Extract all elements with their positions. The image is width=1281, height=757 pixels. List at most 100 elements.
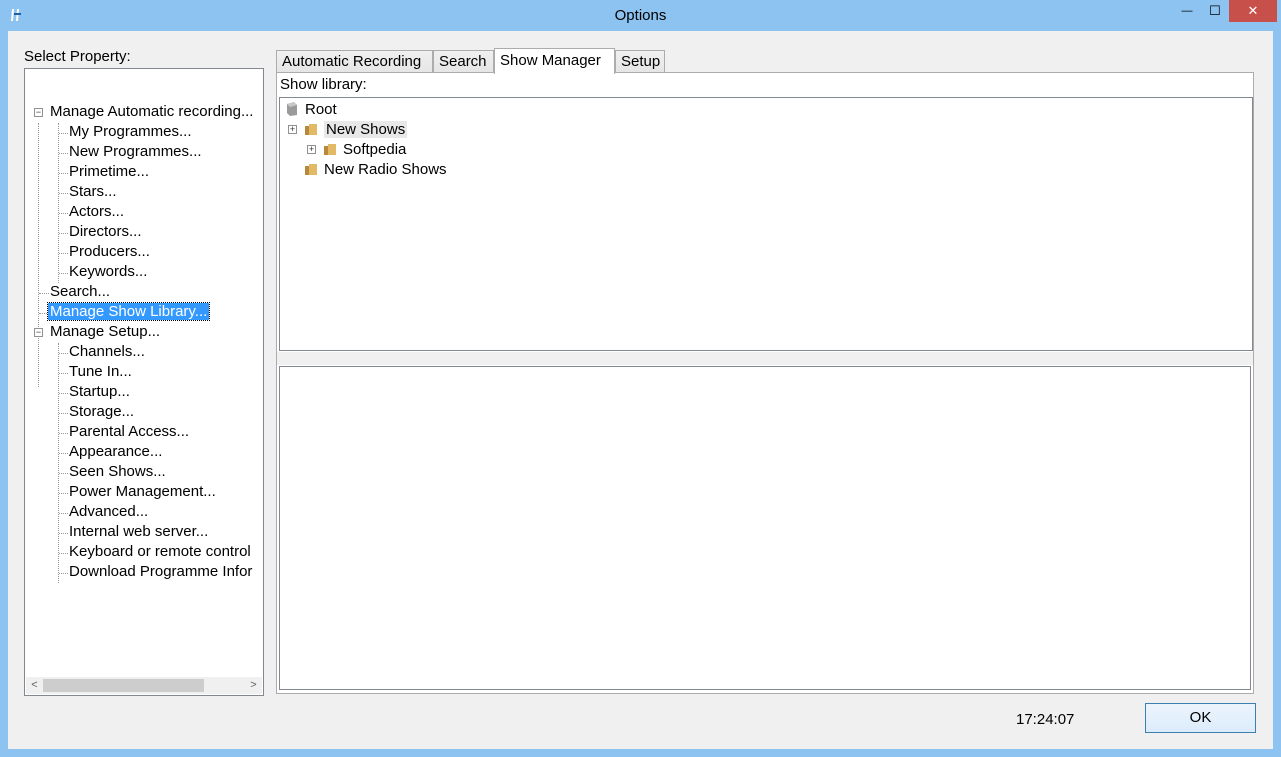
tree-item-label: Keywords...	[69, 263, 148, 280]
tree-item-power-management[interactable]: Power Management...	[69, 482, 216, 502]
folder-icon	[324, 144, 336, 155]
title-bar[interactable]: Options — ☐ ✕	[0, 0, 1281, 31]
tree-item-manage-show-library[interactable]: Manage Show Library...	[46, 302, 211, 322]
tree-item-label: My Programmes...	[69, 123, 192, 140]
show-library-label: Show library:	[280, 76, 367, 93]
tree-item-actors[interactable]: Actors...	[69, 202, 124, 222]
expander-expand-icon[interactable]: +	[307, 145, 316, 154]
library-item-new-shows[interactable]: New Shows	[304, 120, 408, 140]
tree-item-startup[interactable]: Startup...	[69, 382, 130, 402]
tree-item-advanced[interactable]: Advanced...	[69, 502, 148, 522]
expander-collapse-icon[interactable]: −	[34, 108, 43, 117]
tree-item-label: Directors...	[69, 223, 142, 240]
tree-item-label: Appearance...	[69, 443, 163, 460]
tree-line	[59, 513, 68, 514]
scroll-left-icon[interactable]: <	[26, 677, 43, 694]
tree-item-tune-in[interactable]: Tune In...	[69, 362, 132, 382]
tree-line	[59, 493, 68, 494]
minimize-button[interactable]: —	[1172, 0, 1202, 22]
tree-item-label: New Programmes...	[69, 143, 202, 160]
tree-line	[59, 373, 68, 374]
tree-item-label: Manage Automatic recording...	[50, 103, 254, 120]
tree-line	[59, 533, 68, 534]
tree-line	[59, 353, 68, 354]
tree-line	[59, 193, 68, 194]
tree-item-primetime[interactable]: Primetime...	[69, 162, 149, 182]
tree-item-seen-shows[interactable]: Seen Shows...	[69, 462, 166, 482]
tree-item-label: Advanced...	[69, 503, 149, 520]
tree-item-appearance[interactable]: Appearance...	[69, 442, 162, 462]
show-detail-area[interactable]	[279, 366, 1251, 690]
window-title: Options	[614, 7, 667, 24]
library-item-label: New Radio Shows	[324, 161, 447, 178]
tab-search[interactable]: Search	[433, 50, 494, 73]
library-item-softpedia[interactable]: Softpedia	[323, 140, 406, 160]
tree-line	[39, 293, 49, 294]
tree-line	[59, 433, 68, 434]
tab-automatic-recording[interactable]: Automatic Recording	[276, 50, 433, 73]
tree-item-producers[interactable]: Producers...	[69, 242, 150, 262]
scroll-thumb[interactable]	[43, 679, 204, 692]
tree-item-manage-automatic-recording[interactable]: Manage Automatic recording...	[50, 102, 253, 122]
tree-line	[58, 123, 59, 283]
maximize-button[interactable]: ☐	[1201, 0, 1229, 22]
tree-line	[59, 553, 68, 554]
ok-button[interactable]: OK	[1145, 703, 1256, 733]
library-item-label: Root	[305, 101, 337, 118]
tree-item-keyboard-remote[interactable]: Keyboard or remote control	[69, 542, 251, 562]
tree-item-label: Actors...	[69, 203, 125, 220]
close-button[interactable]: ✕	[1229, 0, 1277, 22]
tab-show-manager[interactable]: Show Manager	[494, 48, 615, 74]
tree-item-label: Parental Access...	[69, 423, 190, 440]
tree-item-label: Primetime...	[69, 163, 150, 180]
tree-item-storage[interactable]: Storage...	[69, 402, 134, 422]
tree-line	[59, 173, 68, 174]
tree-item-new-programmes[interactable]: New Programmes...	[69, 142, 202, 162]
tree-item-label: Manage Show Library...	[46, 302, 211, 321]
tree-item-label: Download Programme Infor	[69, 563, 253, 580]
tree-line	[59, 253, 68, 254]
tree-line	[59, 393, 68, 394]
show-manager-panel: Show library: Root + New Shows + Softped…	[276, 72, 1254, 694]
tree-line	[59, 273, 68, 274]
tree-item-search[interactable]: Search...	[50, 282, 110, 302]
property-tree[interactable]: − Manage Automatic recording... My Progr…	[24, 68, 264, 696]
expander-expand-icon[interactable]: +	[288, 125, 297, 134]
options-window: Options — ☐ ✕ Select Property: − Manage …	[0, 0, 1281, 757]
tree-line	[59, 413, 68, 414]
library-item-root[interactable]: Root	[285, 100, 337, 120]
tree-item-parental-access[interactable]: Parental Access...	[69, 422, 189, 442]
tree-item-label: Power Management...	[69, 483, 216, 500]
library-item-label: Softpedia	[343, 141, 407, 158]
tree-item-label: Seen Shows...	[69, 463, 166, 480]
tree-item-label: Channels...	[69, 343, 145, 360]
scroll-right-icon[interactable]: >	[245, 677, 262, 694]
tree-item-keywords[interactable]: Keywords...	[69, 262, 147, 282]
tree-line	[59, 153, 68, 154]
tree-item-label: Search...	[50, 283, 111, 300]
tree-item-my-programmes[interactable]: My Programmes...	[69, 122, 192, 142]
tree-item-internal-web-server[interactable]: Internal web server...	[69, 522, 208, 542]
folder-icon	[305, 164, 317, 175]
tree-item-label: Manage Setup...	[50, 323, 161, 340]
tree-item-stars[interactable]: Stars...	[69, 182, 117, 202]
tree-line	[59, 573, 68, 574]
tree-line	[59, 453, 68, 454]
tree-line	[59, 213, 68, 214]
tab-setup[interactable]: Setup	[615, 50, 665, 73]
tree-line	[38, 123, 39, 387]
show-library-tree[interactable]: Root + New Shows + Softpedia New Radio S…	[279, 97, 1253, 351]
tree-item-directors[interactable]: Directors...	[69, 222, 142, 242]
horizontal-scrollbar[interactable]: < >	[26, 677, 262, 694]
panel-splitter[interactable]	[277, 352, 1253, 365]
dialog-client: Select Property: − Manage Automatic reco…	[8, 31, 1273, 749]
expander-collapse-icon[interactable]: −	[34, 328, 43, 337]
tree-item-download-programme-info[interactable]: Download Programme Infor	[69, 562, 252, 582]
tree-item-manage-setup[interactable]: Manage Setup...	[50, 322, 160, 342]
tree-item-channels[interactable]: Channels...	[69, 342, 145, 362]
tree-line	[59, 233, 68, 234]
library-item-new-radio-shows[interactable]: New Radio Shows	[304, 160, 447, 180]
root-icon	[287, 102, 297, 116]
tree-item-label: Storage...	[69, 403, 135, 420]
tree-item-label: Stars...	[69, 183, 117, 200]
